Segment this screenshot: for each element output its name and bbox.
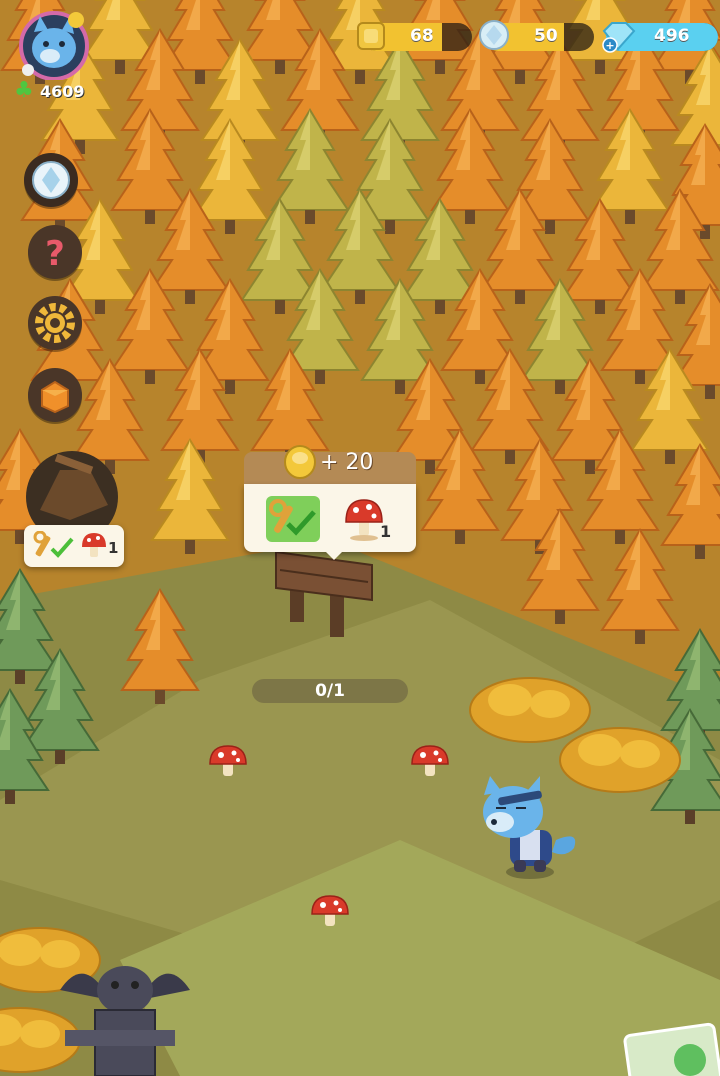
quest-crystal-button[interactable]: [24, 153, 78, 207]
event-box-icon: [41, 380, 69, 414]
gold-resource-bar[interactable]: 68: [357, 22, 472, 51]
task-complete-badge: [266, 496, 320, 542]
help-question-icon: ?: [45, 234, 65, 274]
diamond-icon: +: [602, 22, 636, 53]
reward-text: + 20: [320, 450, 374, 475]
help-button[interactable]: ?: [28, 225, 82, 279]
gold-value: 68: [410, 26, 434, 46]
player-avatar[interactable]: [16, 8, 92, 81]
build-progress: 0/1: [252, 679, 408, 703]
svg-text:+: +: [605, 39, 614, 52]
event-button[interactable]: [28, 368, 82, 422]
wrench-check-icon: [33, 531, 74, 558]
mini-task-card[interactable]: 1: [24, 525, 124, 567]
mushroom-requirement-icon: [345, 499, 383, 541]
diamond-resource-bar[interactable]: 496 +: [602, 22, 718, 53]
diamond-value: 496: [654, 26, 690, 46]
svg-text:?: ?: [45, 234, 65, 274]
quest-crystal-icon: [32, 161, 70, 199]
clover-icon: ♣: [14, 78, 34, 103]
wrench-check-icon: [269, 499, 316, 536]
mushroom-requirement-icon: [82, 533, 106, 557]
task-card-pointer: [324, 550, 344, 560]
player-score: 4609: [40, 82, 85, 101]
crystal-value: 50: [534, 26, 558, 46]
settings-gear-icon: [35, 303, 75, 343]
gold-token-icon: [357, 22, 385, 50]
crystal-orb-icon: [479, 20, 509, 50]
task-card[interactable]: + 20 1: [244, 445, 416, 560]
crystal-resource-bar[interactable]: 50: [479, 20, 594, 51]
honey-reward-icon: [284, 445, 316, 479]
settings-button[interactable]: [28, 296, 82, 350]
required-count: 1: [380, 522, 392, 541]
mini-required-count: 1: [108, 539, 119, 557]
